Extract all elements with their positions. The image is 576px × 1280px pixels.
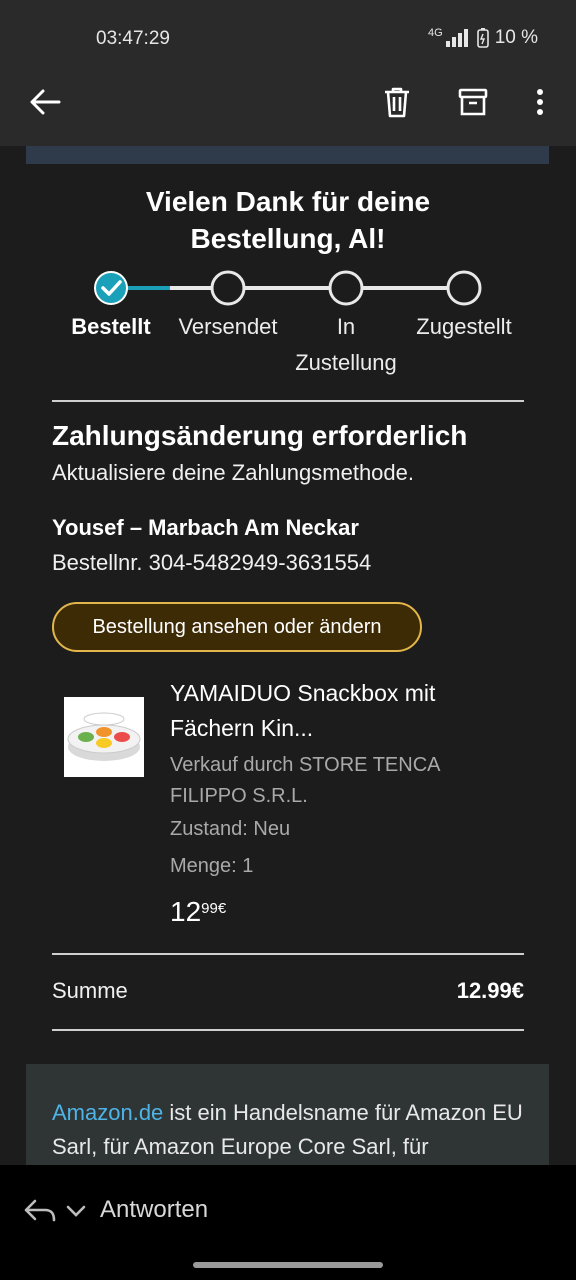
divider xyxy=(52,1029,524,1031)
status-time: 03:47:29 xyxy=(96,28,170,49)
signal-icon: 4G xyxy=(428,27,471,47)
product-price: 1299€ xyxy=(170,896,226,928)
thanks-line-1: Vielen Dank für deine xyxy=(145,186,431,217)
payment-title: Zahlungsänderung erforderlich xyxy=(52,420,468,451)
product-quantity: Menge: 1 xyxy=(170,855,254,877)
step-label-bestellt: Bestellt xyxy=(71,314,151,339)
price-whole: 12 xyxy=(170,896,202,927)
progress-track xyxy=(94,270,482,306)
reply-icon xyxy=(24,1199,56,1222)
step-bestellt-icon xyxy=(94,271,128,305)
status-indicators: 4G 10 % xyxy=(428,27,538,49)
thanks-line-2: Bestellung, Al! xyxy=(190,223,386,254)
order-number: Bestellnr. 304-5482949-3631554 xyxy=(52,550,372,575)
amazon-link[interactable]: Amazon.de xyxy=(52,1100,163,1125)
battery-level: 10 % xyxy=(494,27,538,48)
archive-button[interactable] xyxy=(452,82,494,122)
step-in-zustellung-icon xyxy=(328,270,364,306)
snackbox-image xyxy=(67,712,141,761)
step-label-in-zustellung: In Zustellung xyxy=(276,309,416,381)
chevron-down-icon xyxy=(66,1205,86,1217)
back-button[interactable] xyxy=(22,82,68,122)
arrow-left-icon xyxy=(30,89,61,115)
order-progress: Bestellt Versendet In Zustellung Zugeste… xyxy=(0,268,576,378)
reply-options-button[interactable] xyxy=(20,1194,90,1228)
step-zugestellt-icon xyxy=(446,270,482,306)
shipping-address: Yousef – Marbach Am Neckar xyxy=(52,515,359,540)
header-strip xyxy=(26,146,549,164)
price-fraction: 99€ xyxy=(201,900,227,917)
step-label-zugestellt: Zugestellt xyxy=(416,314,512,339)
home-indicator[interactable] xyxy=(193,1262,383,1268)
step-label-zustellung: Zustellung xyxy=(295,350,397,375)
signal-bars-icon xyxy=(445,29,468,47)
reply-button[interactable]: Antworten xyxy=(100,1196,208,1224)
sum-value: 12.99€ xyxy=(456,978,524,1003)
payment-subtitle: Aktualisiere deine Zahlungsmethode. xyxy=(52,460,415,485)
step-label-versendet: Versendet xyxy=(178,314,278,339)
view-order-button[interactable]: Bestellung ansehen oder ändern xyxy=(52,602,422,652)
archive-icon xyxy=(458,88,488,116)
thanks-heading: Vielen Dank für deine Bestellung, Al! xyxy=(0,183,576,257)
more-button[interactable] xyxy=(524,82,556,122)
product-seller: Verkauf durch STORE TENCA FILIPPO S.R.L. xyxy=(170,754,440,807)
battery-icon xyxy=(476,28,489,48)
trash-icon xyxy=(385,87,409,118)
step-versendet-icon xyxy=(210,270,246,306)
delete-button[interactable] xyxy=(376,82,418,122)
product-image[interactable] xyxy=(64,697,144,777)
network-type: 4G xyxy=(428,27,443,39)
more-vertical-icon xyxy=(537,89,543,115)
product-title[interactable]: YAMAIDUO Snackbox mit Fächern Kin... xyxy=(170,676,500,746)
product-condition: Zustand: Neu xyxy=(170,818,291,840)
divider xyxy=(52,400,524,402)
step-label-in: In xyxy=(336,314,356,339)
sum-label: Summe xyxy=(52,978,128,1003)
footer-text: Amazon.de ist ein Handelsname für Amazon… xyxy=(52,1096,532,1164)
divider xyxy=(52,953,524,955)
